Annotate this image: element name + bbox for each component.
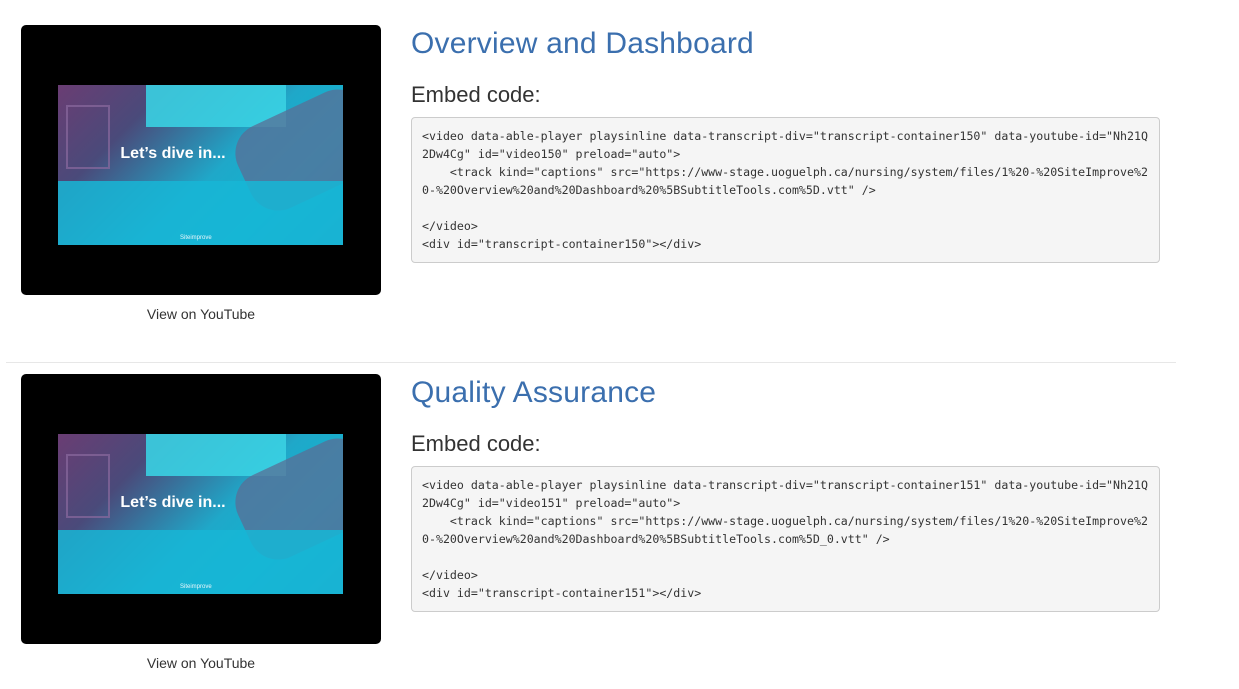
video-entry: Let’s dive in... Siteimprove View on You… [0,349,1239,689]
video-overlay-text: Let’s dive in... [120,494,226,511]
video-brand-logo: Siteimprove [180,584,212,590]
video-title-link[interactable]: Quality Assurance [411,376,656,410]
embed-code-heading: Embed code: [411,431,541,456]
video-entry: Let’s dive in... Siteimprove View on You… [0,0,1239,340]
view-on-youtube-link[interactable]: View on YouTube [21,655,381,671]
embed-code-heading: Embed code: [411,82,541,107]
video-title-link[interactable]: Overview and Dashboard [411,27,754,61]
video-thumbnail[interactable]: Let’s dive in... Siteimprove [58,434,343,594]
video-brand-logo: Siteimprove [180,235,212,241]
video-overlay-text: Let’s dive in... [120,145,226,162]
view-on-youtube-link[interactable]: View on YouTube [21,306,381,322]
video-player[interactable]: Let’s dive in... Siteimprove [21,374,381,644]
embed-code-block[interactable]: <video data-able-player playsinline data… [411,117,1160,263]
embed-code-block[interactable]: <video data-able-player playsinline data… [411,466,1160,612]
video-player[interactable]: Let’s dive in... Siteimprove [21,25,381,295]
video-thumbnail[interactable]: Let’s dive in... Siteimprove [58,85,343,245]
